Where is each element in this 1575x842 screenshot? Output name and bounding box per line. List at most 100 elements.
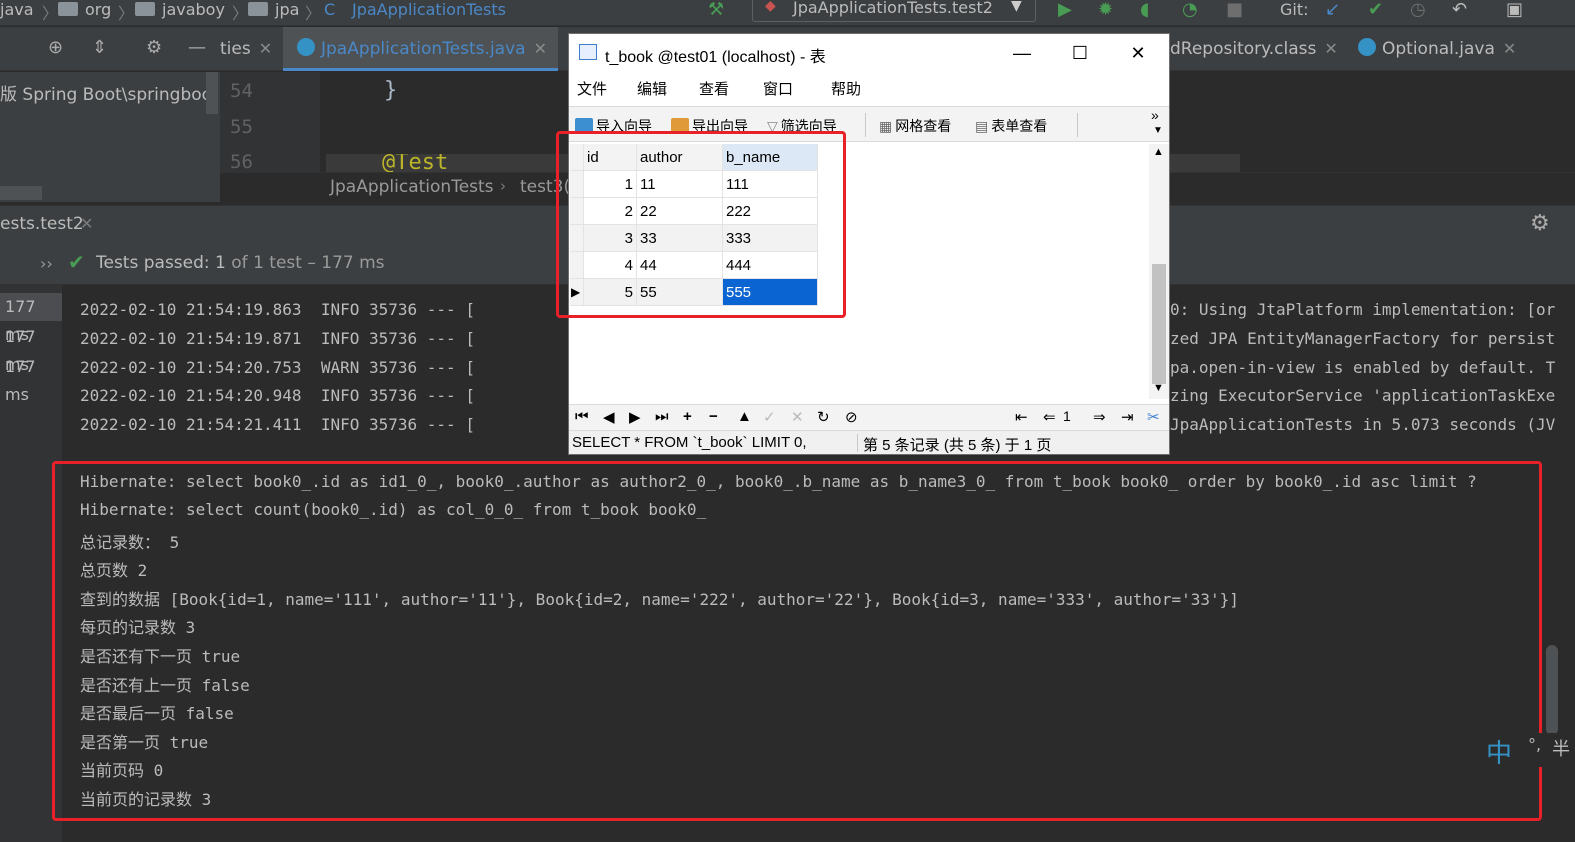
run-tab-label[interactable]: ests.test2 xyxy=(0,214,84,234)
chevron-down-icon[interactable]: ▼ xyxy=(1153,125,1163,136)
tab-repository-class[interactable]: dRepository.class ✕ xyxy=(1170,27,1342,71)
line-number: 54 xyxy=(230,80,253,102)
table-icon xyxy=(579,44,597,60)
last-record-icon[interactable]: ⏭ xyxy=(655,408,669,425)
scroll-up-icon[interactable]: ▲ xyxy=(1153,146,1164,158)
confirm-icon[interactable]: ✓ xyxy=(763,408,776,426)
project-structure-icon[interactable]: ▣ xyxy=(1506,0,1523,20)
run-configuration-select[interactable]: ◆ JpaApplicationTests.test2 ▼ xyxy=(752,0,1036,22)
expand-icon[interactable]: ›› xyxy=(40,254,53,273)
stop-icon[interactable]: ⊘ xyxy=(845,408,858,426)
last-page-icon[interactable]: ⇥ xyxy=(1121,408,1134,426)
scrollbar[interactable] xyxy=(206,72,218,114)
form-icon: ▤ xyxy=(975,118,989,134)
prev-record-icon[interactable]: ◀ xyxy=(603,408,615,426)
breadcrumb-item-org[interactable]: org xyxy=(85,0,111,19)
debug-icon[interactable]: ✹ xyxy=(1098,0,1113,20)
minimize-icon[interactable]: — xyxy=(999,38,1045,68)
grid-scrollbar[interactable]: ▲ ▼ xyxy=(1149,144,1169,399)
run-icon[interactable]: ▶ xyxy=(1058,0,1072,20)
menu-file[interactable]: 文件 xyxy=(577,78,607,99)
log-line-tail: 0: Using JtaPlatform implementation: [or xyxy=(1170,300,1556,319)
close-icon[interactable]: ✕ xyxy=(1324,39,1337,58)
tab-label: dRepository.class xyxy=(1170,39,1317,59)
gear-icon[interactable]: ⚙ xyxy=(146,38,162,58)
first-page-icon[interactable]: ⇤ xyxy=(1015,408,1028,426)
test-duration[interactable]: 177 ms xyxy=(0,353,62,404)
class-icon: C xyxy=(324,0,336,19)
code-brace: } xyxy=(384,78,398,103)
tab-label: ties xyxy=(220,39,251,59)
more-icon[interactable]: » xyxy=(1151,107,1159,123)
menu-view[interactable]: 查看 xyxy=(699,78,729,99)
next-page-icon[interactable]: ⇒ xyxy=(1093,408,1106,426)
gear-icon[interactable]: ⚙ xyxy=(1530,211,1550,236)
breadcrumb-item-jpa[interactable]: jpa xyxy=(275,0,299,19)
breadcrumb-item-class[interactable]: JpaApplicationTests xyxy=(352,0,506,19)
project-path[interactable]: 版 Spring Boot\springboot-s xyxy=(0,80,218,105)
breadcrumb-separator: › xyxy=(500,177,506,195)
log-line: 2022-02-10 21:54:20.753 WARN 35736 --- [ xyxy=(80,358,475,377)
status-record-info: 第 5 条记录 (共 5 条) 于 1 页 xyxy=(863,437,1052,454)
page-number-input[interactable]: 1 xyxy=(1063,408,1071,424)
delete-record-icon[interactable]: − xyxy=(709,408,718,425)
first-record-icon[interactable]: ⏮ xyxy=(575,408,589,425)
breadcrumb-separator: 〉 xyxy=(305,4,322,23)
grid-view-label: 网格查看 xyxy=(895,118,952,134)
prev-page-icon[interactable]: ⇐ xyxy=(1043,408,1056,426)
refresh-icon[interactable]: ↻ xyxy=(817,408,830,426)
test-duration[interactable]: 177 ms xyxy=(0,323,62,374)
scroll-thumb[interactable] xyxy=(1152,264,1166,384)
discard-icon[interactable]: ✕ xyxy=(791,408,804,426)
tab-jpa-application-tests[interactable]: JpaApplicationTests.java ✕ xyxy=(283,27,558,71)
git-commit-icon[interactable]: ✔ xyxy=(1368,0,1383,20)
next-record-icon[interactable]: ▶ xyxy=(629,408,641,426)
close-icon[interactable]: ✕ xyxy=(80,214,93,233)
locate-icon[interactable]: ⊕ xyxy=(48,38,63,58)
menu-window[interactable]: 窗口 xyxy=(763,78,793,99)
grid-view-button[interactable]: ▦ 网格查看 xyxy=(879,116,951,136)
line-number: 55 xyxy=(230,116,253,138)
close-icon[interactable]: ✕ xyxy=(259,39,272,58)
menu-help[interactable]: 帮助 xyxy=(831,78,861,99)
history-icon[interactable]: ◷ xyxy=(1410,0,1426,20)
scroll-down-icon[interactable]: ▼ xyxy=(1153,382,1164,394)
hide-icon[interactable]: — xyxy=(188,38,206,58)
git-update-icon[interactable]: ↙ xyxy=(1325,0,1340,20)
ime-indicator[interactable]: 中 °, 半 xyxy=(1478,733,1575,769)
stop-icon[interactable]: ■ xyxy=(1226,0,1243,20)
git-label: Git: xyxy=(1280,0,1309,19)
breadcrumb-separator: 〉 xyxy=(118,4,135,23)
console-scrollbar[interactable] xyxy=(1546,645,1558,735)
apply-icon[interactable]: ▲ xyxy=(737,408,752,425)
profile-icon[interactable]: ◔ xyxy=(1182,0,1198,20)
coverage-icon[interactable]: ◖ xyxy=(1140,0,1149,20)
window-title-bar[interactable]: t_book @test01 (localhost) - 表 — ☐ ✕ xyxy=(569,34,1169,72)
test-duration[interactable]: 177 ms xyxy=(0,293,62,344)
close-icon[interactable]: ✕ xyxy=(534,39,547,58)
tab-label: Optional.java xyxy=(1382,39,1495,59)
status-divider xyxy=(857,434,858,452)
form-view-button[interactable]: ▤ 表单查看 xyxy=(975,116,1047,136)
maximize-icon[interactable]: ☐ xyxy=(1057,38,1103,68)
code-annotation: @Test xyxy=(382,154,449,172)
menu-edit[interactable]: 编辑 xyxy=(637,78,667,99)
class-icon xyxy=(1358,38,1376,56)
rollback-icon[interactable]: ↶ xyxy=(1452,0,1467,20)
build-hammer-icon[interactable]: ⚒ xyxy=(708,0,724,20)
add-record-icon[interactable]: + xyxy=(683,408,692,425)
breadcrumb-item-javaboy[interactable]: javaboy xyxy=(162,0,225,19)
tab-optional[interactable]: Optional.java ✕ xyxy=(1358,27,1548,71)
close-icon[interactable]: ✕ xyxy=(1503,39,1516,58)
collapse-icon[interactable]: ⇕ xyxy=(92,38,107,58)
close-icon[interactable]: ✕ xyxy=(1115,38,1161,68)
breadcrumb-item-java[interactable]: java xyxy=(0,0,34,19)
settings-icon[interactable]: ✂ xyxy=(1147,408,1160,426)
scrollbar[interactable] xyxy=(0,186,42,200)
chevron-down-icon: ▼ xyxy=(1011,0,1022,14)
ime-mode-label: 中 xyxy=(1486,739,1513,769)
tab-properties[interactable]: ties ✕ xyxy=(220,27,280,71)
status-sql: SELECT * FROM `t_book` LIMIT 0, xyxy=(572,434,807,451)
form-view-label: 表单查看 xyxy=(991,118,1048,134)
crumb-class[interactable]: JpaApplicationTests xyxy=(330,177,494,197)
